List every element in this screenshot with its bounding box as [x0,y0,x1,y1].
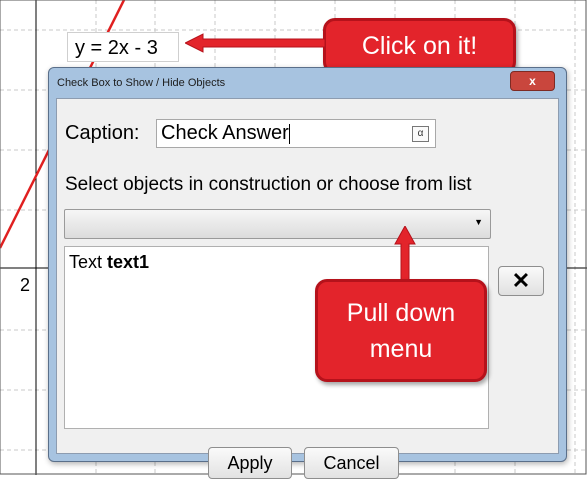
alpha-symbol-icon[interactable]: α [412,126,429,142]
select-objects-label: Select objects in construction or choose… [65,174,472,195]
dialog-title: Check Box to Show / Hide Objects [57,77,226,89]
list-item[interactable]: Text text1 [69,252,149,273]
caption-input[interactable]: Check Answer α [156,119,436,148]
callout-line-2: menu [369,335,433,363]
apply-button[interactable]: Apply [208,447,292,479]
callout-arrow-left [185,33,325,53]
cancel-button[interactable]: Cancel [304,447,399,479]
callout-line-1: Pull down [346,299,456,327]
caption-value: Check Answer [161,122,289,144]
close-button[interactable]: x [510,71,555,91]
remove-icon: ✕ [511,268,531,293]
chevron-down-icon: ▼ [474,217,483,227]
callout-arrow-up [394,226,416,282]
axis-tick-label: 2 [20,275,31,295]
object-type: Text [69,252,103,272]
dialog-body: Caption: Check Answer α Select objects i… [56,98,559,479]
equation-object[interactable]: y = 2x - 3 [67,32,179,62]
caption-label: Caption: [65,122,140,144]
object-name: text1 [107,252,150,272]
callout-click-on-it: Click on it! [323,18,516,74]
checkbox-dialog: Check Box to Show / Hide Objects x Capti… [48,67,567,479]
close-icon: x [529,74,536,88]
callout-pull-down-menu: Pull down menu [315,279,487,382]
objects-dropdown[interactable]: ▼ [64,209,491,239]
remove-object-button[interactable]: ✕ [498,266,544,296]
